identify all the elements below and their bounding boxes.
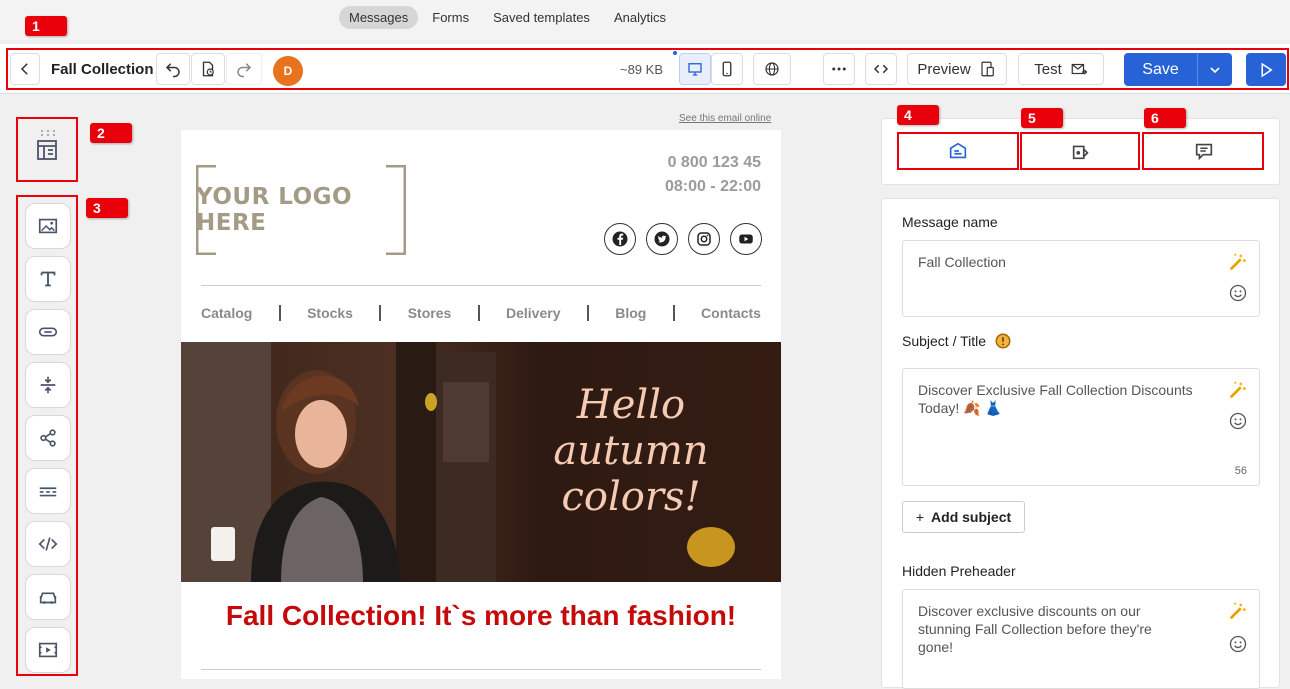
- subject-value: Discover Exclusive Fall Collection Disco…: [918, 382, 1193, 416]
- menu-separator: [672, 305, 675, 321]
- see-online-link[interactable]: See this email online: [679, 113, 771, 124]
- social-links: [604, 223, 762, 255]
- add-subject-button[interactable]: + Add subject: [902, 501, 1025, 533]
- phone-number: 0 800 123 45: [667, 154, 761, 171]
- top-tabs: Messages Forms Saved templates Analytics: [339, 6, 676, 29]
- message-name-field[interactable]: Fall Collection: [902, 240, 1260, 317]
- subject-label: Subject / Title: [902, 333, 987, 349]
- logo-text: YOUR LOGO HERE: [196, 184, 353, 236]
- callout-5: 5: [1021, 108, 1063, 128]
- add-subject-label: Add subject: [931, 509, 1012, 525]
- menu-contacts[interactable]: Contacts: [701, 305, 761, 321]
- email-menu: Catalog Stocks Stores Delivery Blog Cont…: [201, 305, 761, 321]
- menu-stocks[interactable]: Stocks: [307, 305, 353, 321]
- callout-1: 1: [25, 16, 67, 36]
- tab-forms[interactable]: Forms: [422, 6, 479, 29]
- hero-line: colors!: [561, 474, 701, 520]
- subject-label-row: Subject / Title: [902, 332, 1012, 350]
- emoji-icon[interactable]: [1228, 283, 1248, 303]
- contact-info: 0 800 123 45 08:00 - 22:00: [665, 151, 761, 199]
- emoji-icon[interactable]: [1228, 634, 1248, 654]
- magic-wand-icon[interactable]: [1227, 379, 1249, 401]
- magic-wand-icon[interactable]: [1227, 251, 1249, 273]
- tab-messages[interactable]: Messages: [339, 6, 419, 29]
- footer-divider: [201, 669, 761, 670]
- hero-banner[interactable]: Hello autumn colors!: [181, 342, 781, 582]
- menu-catalog[interactable]: Catalog: [201, 305, 252, 321]
- message-name-value: Fall Collection: [918, 254, 1006, 270]
- emoji-icon[interactable]: [1228, 411, 1248, 431]
- email-canvas: YOUR LOGO HERE 0 800 123 45 08:00 - 22:0…: [181, 130, 781, 679]
- logo-placeholder[interactable]: YOUR LOGO HERE: [196, 165, 406, 255]
- youtube-icon[interactable]: [730, 223, 762, 255]
- subject-char-count: 56: [1234, 465, 1247, 477]
- annotation-box-tab-6: [1142, 132, 1264, 170]
- top-navigation: Messages Forms Saved templates Analytics: [0, 0, 1290, 40]
- tab-saved-templates[interactable]: Saved templates: [483, 6, 600, 29]
- menu-blog[interactable]: Blog: [615, 305, 646, 321]
- email-headline[interactable]: Fall Collection! It`s more than fashion!: [181, 600, 781, 632]
- instagram-icon[interactable]: [688, 223, 720, 255]
- working-hours: 08:00 - 22:00: [664, 178, 761, 195]
- preheader-field[interactable]: Discover exclusive discounts on our stun…: [902, 589, 1260, 689]
- hero-text: Hello autumn colors!: [551, 382, 711, 520]
- annotation-box-layout: [16, 117, 78, 182]
- menu-separator: [586, 305, 589, 321]
- preheader-label: Hidden Preheader: [902, 563, 1016, 579]
- callout-6: 6: [1144, 108, 1186, 128]
- tab-analytics[interactable]: Analytics: [604, 6, 676, 29]
- hero-line: autumn: [553, 428, 709, 474]
- subject-field[interactable]: Discover Exclusive Fall Collection Disco…: [902, 368, 1260, 486]
- message-name-label: Message name: [902, 214, 998, 230]
- callout-2: 2: [90, 123, 132, 143]
- plus-icon: +: [915, 509, 925, 525]
- annotation-box-blocks: [16, 195, 78, 676]
- header-divider: [201, 285, 761, 286]
- callout-4: 4: [897, 105, 939, 125]
- magic-wand-icon[interactable]: [1227, 600, 1249, 622]
- warning-icon[interactable]: [994, 332, 1012, 350]
- facebook-icon[interactable]: [604, 223, 636, 255]
- callout-3: 3: [86, 198, 128, 218]
- menu-delivery[interactable]: Delivery: [506, 305, 560, 321]
- menu-separator: [379, 305, 382, 321]
- menu-separator: [278, 305, 281, 321]
- menu-separator: [477, 305, 480, 321]
- annotation-box-toolbar: [6, 48, 1289, 90]
- menu-stores[interactable]: Stores: [408, 305, 452, 321]
- hero-line: Hello: [576, 382, 686, 428]
- twitter-icon[interactable]: [646, 223, 678, 255]
- preheader-value: Discover exclusive discounts on our stun…: [918, 603, 1152, 655]
- annotation-box-tab-5: [1020, 132, 1140, 170]
- annotation-box-tab-4: [897, 132, 1019, 170]
